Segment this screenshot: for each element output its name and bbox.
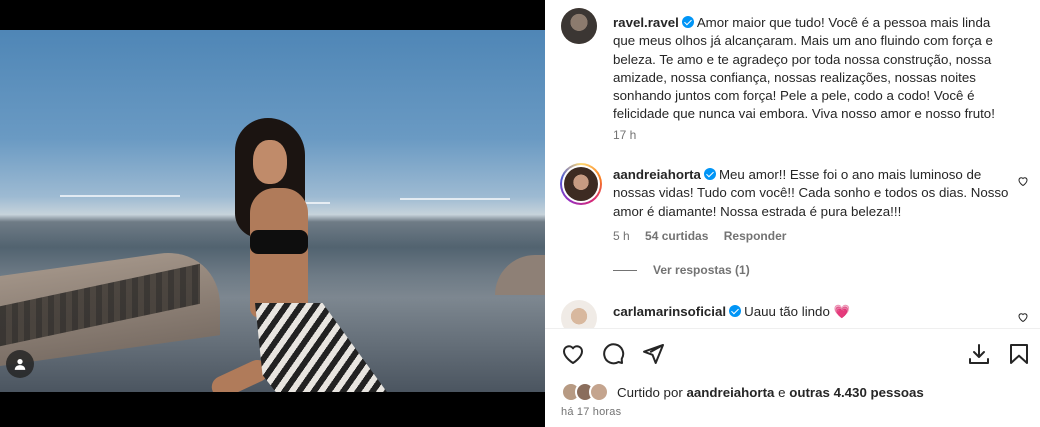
comment-text: aandreiahorta Meu amor!! Esse foi o ano m… [613,166,1015,221]
photo-person [205,118,415,392]
heart-icon[interactable] [561,342,585,366]
avatar [589,382,609,402]
post-photo[interactable] [0,30,545,392]
comment-username[interactable]: aandreiahorta [613,167,701,182]
like-avatars[interactable] [561,382,611,402]
post-time[interactable]: há 17 horas [561,406,621,418]
action-bar [561,342,1031,368]
caption-username[interactable]: ravel.ravel [613,15,679,30]
likes-summary: Curtido por aandreiahorta e outras 4.430… [561,382,924,402]
view-replies-button[interactable]: Ver respostas (1) [613,263,750,277]
caption-text: ravel.ravel Amor maior que tudo! Você é a… [613,14,1015,124]
likes-conjunction: e [778,384,786,400]
download-icon[interactable] [967,342,991,366]
likes-others[interactable]: outras 4.430 pessoas [789,385,924,400]
comment-text: carlamarinsoficial Uauu tão lindo 💗 [613,303,1015,321]
caption-meta: 17 h [613,128,648,142]
heart-icon[interactable] [1017,175,1029,187]
verified-icon [703,168,716,180]
comments-panel: ravel.ravel Amor maior que tudo! Você é a… [545,0,1040,427]
comment-likes[interactable]: 54 curtidas [645,229,708,243]
save-icon[interactable] [1007,342,1031,366]
photo-wave [60,195,180,197]
heart-icon[interactable] [1017,311,1029,323]
comment-body: Uauu tão lindo 💗 [744,304,851,319]
actions-divider [545,328,1040,329]
verified-icon [681,16,694,28]
user-tag-icon[interactable] [6,350,34,378]
verified-icon [729,305,742,317]
likes-prefix: Curtido por [617,384,683,400]
author-avatar[interactable] [561,8,597,44]
caption-body: Amor maior que tudo! Você é a pessoa mai… [613,15,995,122]
photo-wave [400,198,510,200]
likes-user[interactable]: aandreiahorta [686,385,774,400]
view-replies-line [613,269,637,271]
photo-sand-right [495,255,545,295]
post-media [0,0,545,427]
reply-button[interactable]: Responder [724,229,787,243]
post-caption: ravel.ravel Amor maior que tudo! Você é a… [561,8,1031,148]
comment-avatar[interactable] [561,300,597,328]
comment-avatar[interactable] [564,167,598,201]
comment-username[interactable]: carlamarinsoficial [613,304,726,319]
share-icon[interactable] [641,342,665,366]
comment-item: carlamarinsoficial Uauu tão lindo 💗 [561,300,1031,328]
comment-item: aandreiahorta Meu amor!! Esse foi o ano m… [560,163,1031,254]
comment-icon[interactable] [601,342,625,366]
caption-time: 17 h [613,128,637,142]
view-replies-label: Ver respostas (1) [653,263,750,277]
comment-meta: 5 h 54 curtidas Responder [613,229,798,243]
comment-time: 5 h [613,229,630,243]
